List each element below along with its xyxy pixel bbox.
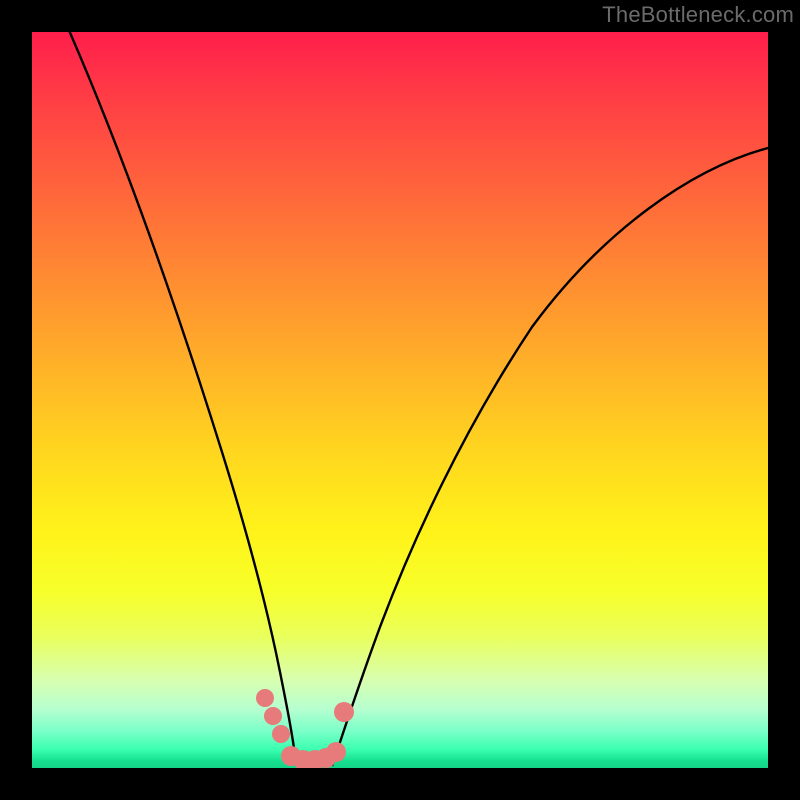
- marker-group: [256, 689, 354, 768]
- marker-dot: [256, 689, 274, 707]
- curve-overlay: [32, 32, 768, 768]
- watermark-text: TheBottleneck.com: [602, 2, 794, 28]
- curve-right: [332, 147, 768, 766]
- marker-dot: [326, 742, 346, 762]
- marker-dot: [272, 725, 290, 743]
- curve-left: [68, 32, 296, 762]
- marker-dot: [264, 707, 282, 725]
- marker-dot: [334, 702, 354, 722]
- chart-frame: TheBottleneck.com: [0, 0, 800, 800]
- plot-area: [32, 32, 768, 768]
